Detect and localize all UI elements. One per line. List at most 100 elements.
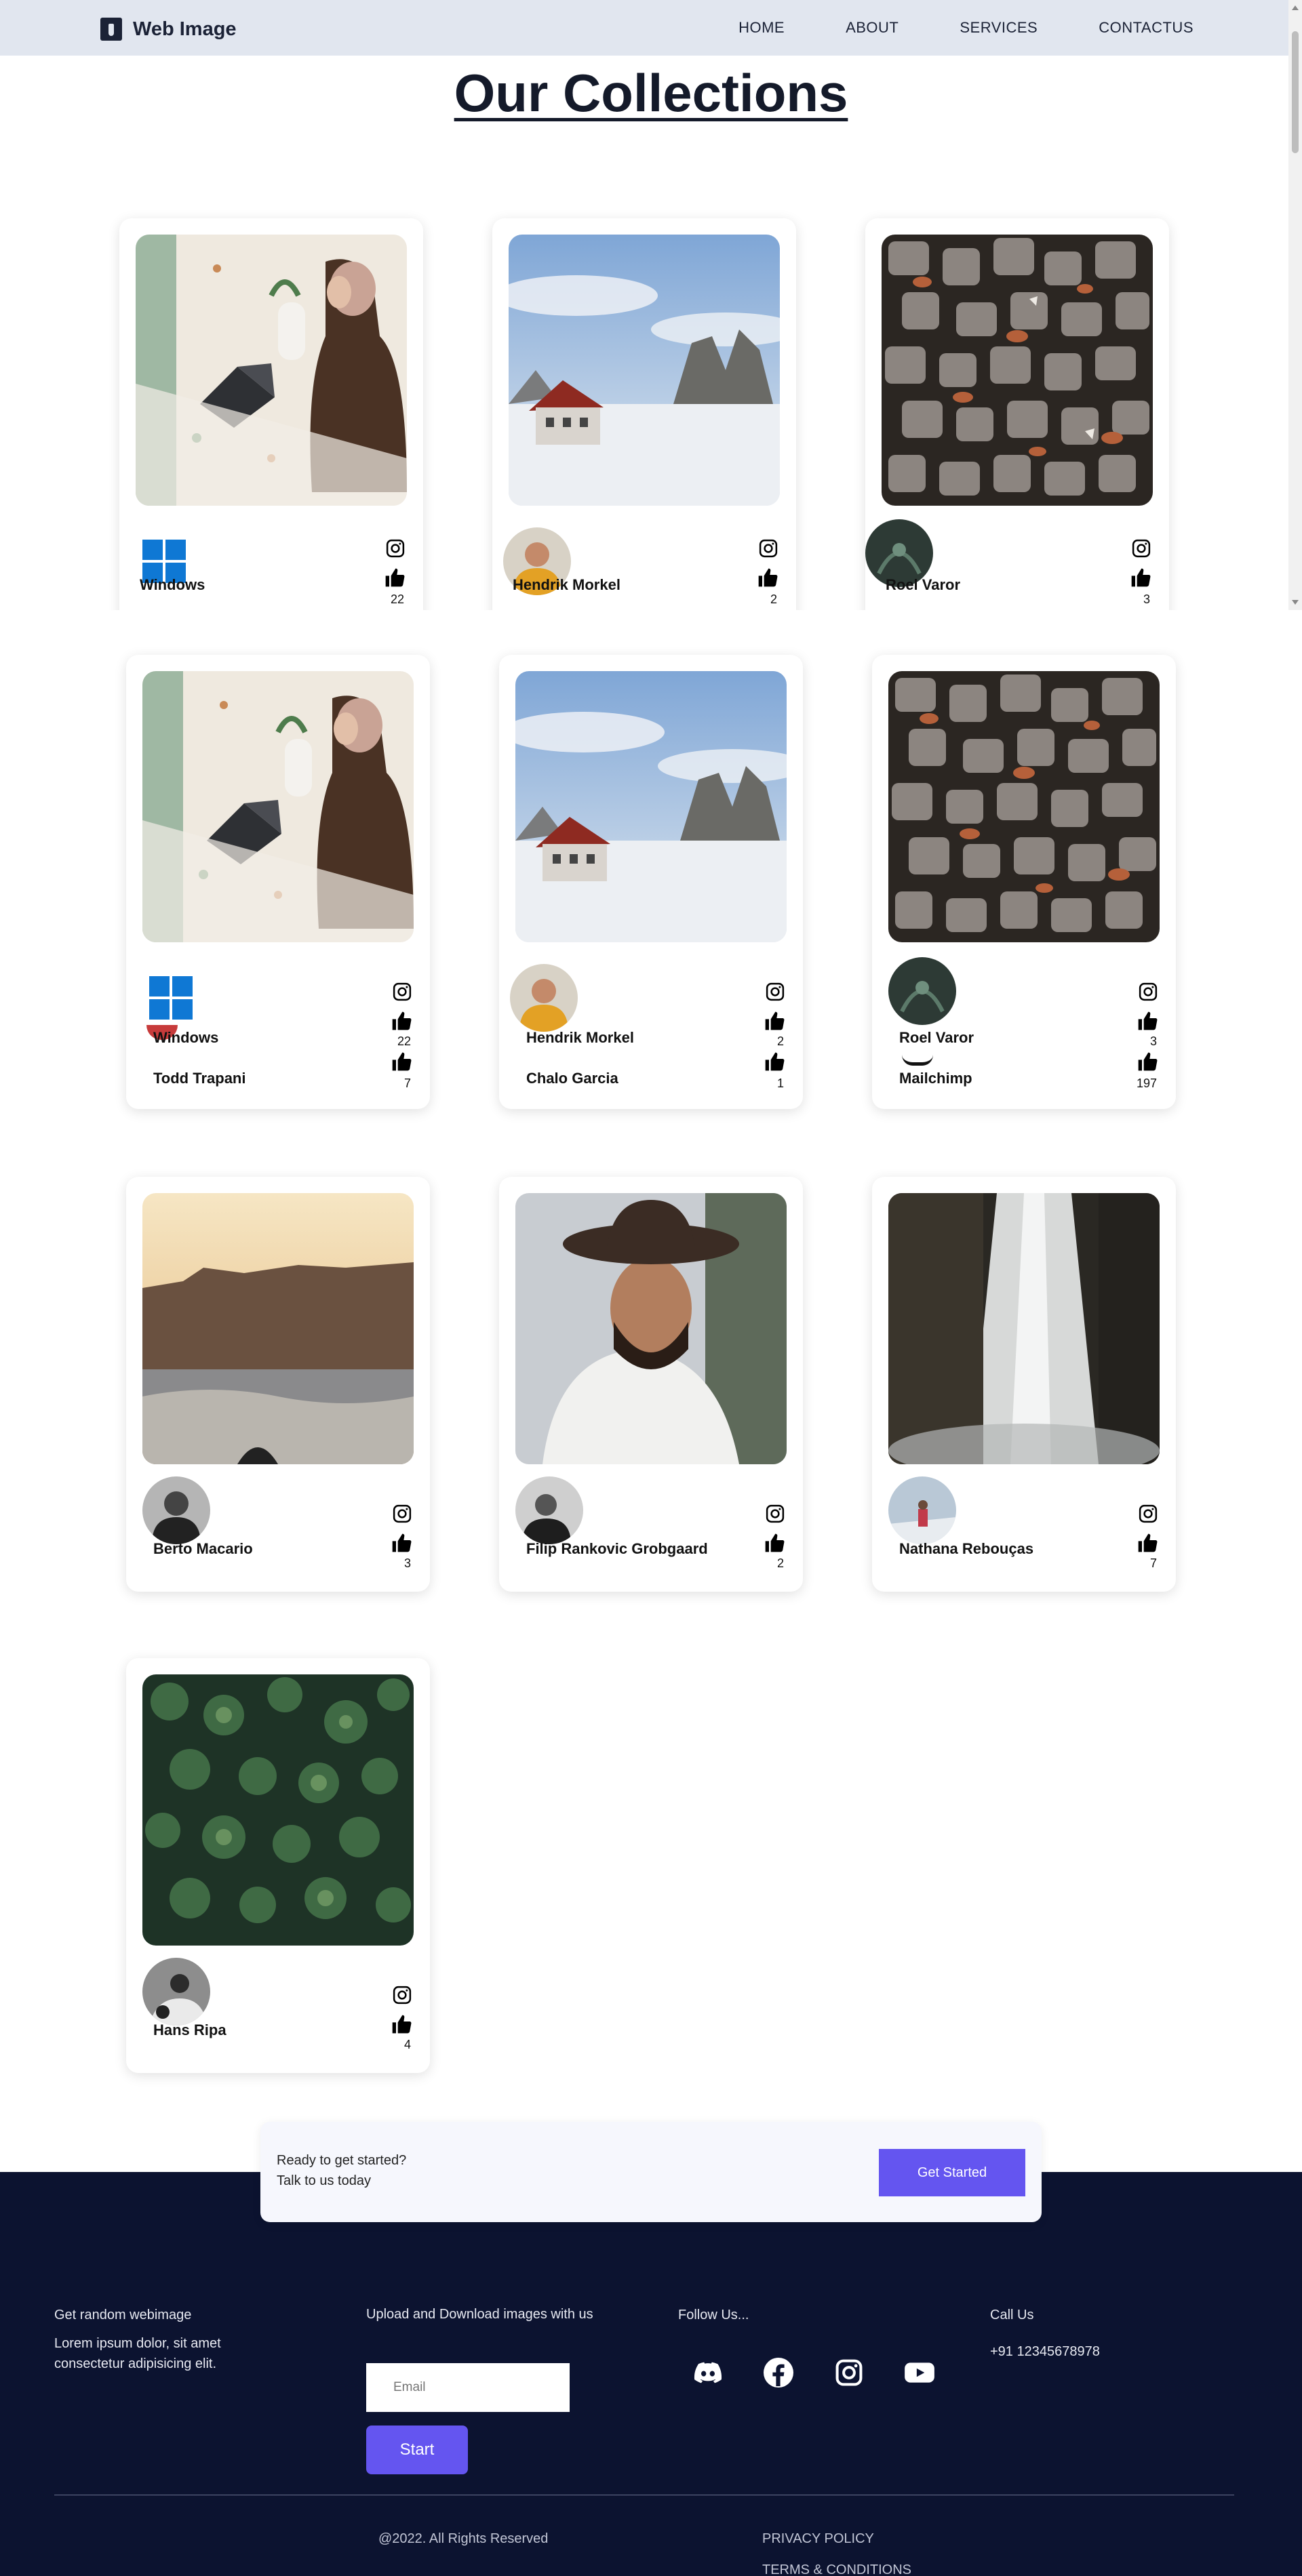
start-button[interactable]: Start (366, 2426, 468, 2474)
card-photo-sunset-sea[interactable] (142, 1193, 414, 1464)
scroll-up-arrow-icon[interactable] (1292, 5, 1299, 10)
like-count: 3 (403, 1556, 411, 1570)
nav-services[interactable]: SERVICES (960, 19, 1038, 37)
footer-col1-title: Get random webimage (54, 2308, 192, 2322)
card-author[interactable]: Windows (153, 1029, 218, 1047)
image-card[interactable]: Filip Rankovic Grobgaard 2 (499, 1177, 803, 1592)
card-photo-snowy-mountain[interactable] (515, 671, 787, 942)
instagram-icon[interactable] (1138, 982, 1158, 1002)
instagram-icon[interactable] (1138, 1504, 1158, 1524)
like-thumb-icon[interactable] (391, 1051, 412, 1072)
avatar-hans[interactable] (142, 1958, 210, 2026)
like-count: 7 (1149, 1556, 1157, 1570)
avatar-berto[interactable] (142, 1476, 210, 1544)
card-photo-forest-aerial[interactable] (142, 1674, 414, 1946)
instagram-icon[interactable] (765, 982, 785, 1002)
avatar-windows[interactable] (137, 964, 205, 1032)
email-input[interactable] (366, 2363, 570, 2412)
like-thumb-icon[interactable] (1137, 1532, 1158, 1554)
like-count: 2 (776, 1556, 784, 1570)
like-thumb-icon[interactable] (391, 1010, 412, 1032)
like-thumb-icon[interactable] (764, 1051, 785, 1072)
like-thumb-icon[interactable] (757, 567, 778, 588)
like-thumb-icon[interactable] (1130, 567, 1151, 588)
card-author[interactable]: Hendrik Morkel (513, 576, 620, 594)
footer-col4-title: Call Us (990, 2308, 1034, 2322)
facebook-icon[interactable] (761, 2355, 796, 2390)
instagram-icon[interactable] (765, 1504, 785, 1524)
nav-about[interactable]: ABOUT (846, 19, 899, 37)
image-card[interactable]: Windows 22 (119, 218, 423, 610)
image-card[interactable]: Berto Macario 3 (126, 1177, 430, 1592)
like-count: 3 (1143, 592, 1150, 606)
image-card[interactable]: Windows Todd Trapani 22 7 (126, 655, 430, 1109)
discord-icon[interactable] (690, 2355, 726, 2390)
image-card[interactable]: Roel Varor 3 (865, 218, 1169, 610)
card-author[interactable]: Nathana Rebouças (899, 1540, 1033, 1558)
like-thumb-icon[interactable] (764, 1532, 785, 1554)
copyright: @2022. All Rights Reserved (378, 2531, 549, 2546)
nav-home[interactable]: HOME (738, 19, 785, 37)
youtube-icon[interactable] (902, 2355, 937, 2390)
card-author-secondary[interactable]: Chalo Garcia (526, 1070, 618, 1087)
card-author-secondary[interactable]: Mailchimp (899, 1070, 972, 1087)
like-count: 2 (776, 1034, 784, 1048)
like-count-secondary: 7 (403, 1076, 411, 1090)
terms-link[interactable]: TERMS & CONDITIONS (762, 2562, 911, 2576)
nav-links: HOME ABOUT SERVICES CONTACTUS (738, 19, 1194, 37)
like-thumb-icon[interactable] (384, 567, 406, 588)
collections-viewport: Windows 22 Hendrik Morkel 2 Roel Varor 3 (0, 56, 1302, 610)
card-author[interactable]: Berto Macario (153, 1540, 253, 1558)
card-author[interactable]: Roel Varor (886, 576, 960, 594)
like-thumb-icon[interactable] (764, 1010, 785, 1032)
avatar-nathana[interactable] (888, 1476, 956, 1544)
footer-col2-title: Upload and Download images with us (366, 2307, 593, 2322)
card-photo-woman-laptop[interactable] (142, 671, 414, 942)
instagram-icon[interactable] (385, 538, 406, 559)
like-thumb-icon[interactable] (391, 1532, 412, 1554)
card-photo-snowy-mountain[interactable] (509, 235, 780, 506)
card-photo-woman-laptop[interactable] (136, 235, 407, 506)
get-started-button[interactable]: Get Started (879, 2149, 1025, 2196)
instagram-icon[interactable] (392, 982, 412, 1002)
avatar-filip[interactable] (515, 1476, 583, 1544)
card-author[interactable]: Hendrik Morkel (526, 1029, 634, 1047)
image-card[interactable]: Hans Ripa 4 (126, 1658, 430, 2073)
card-author[interactable]: Filip Rankovic Grobgaard (526, 1540, 708, 1558)
cta-line-1: Ready to get started? (277, 2153, 407, 2168)
instagram-icon[interactable] (1131, 538, 1151, 559)
cta-line-2: Talk to us today (277, 2173, 371, 2188)
like-thumb-icon[interactable] (391, 2013, 412, 2035)
card-author-secondary[interactable]: Todd Trapani (153, 1070, 245, 1087)
phone-number[interactable]: +91 12345678978 (990, 2344, 1100, 2360)
nav-contactus[interactable]: CONTACTUS (1099, 19, 1194, 37)
card-author[interactable]: Roel Varor (899, 1029, 974, 1047)
like-count: 2 (770, 592, 777, 606)
like-count: 22 (397, 1034, 411, 1048)
instagram-icon[interactable] (392, 1985, 412, 2005)
brand-name: Web Image (133, 18, 237, 40)
image-card[interactable]: Hendrik Morkel Chalo Garcia 2 1 (499, 655, 803, 1109)
card-photo-man-in-hat[interactable] (515, 1193, 787, 1464)
footer: Get random webimage Lorem ipsum dolor, s… (0, 2172, 1302, 2576)
card-photo-cobblestone[interactable] (882, 235, 1153, 506)
card-photo-cobblestone[interactable] (888, 671, 1160, 942)
image-card[interactable]: Nathana Rebouças 7 (872, 1177, 1176, 1592)
instagram-icon[interactable] (758, 538, 778, 559)
image-card[interactable]: Hendrik Morkel 2 (492, 218, 796, 610)
avatar-hendrik[interactable] (510, 964, 578, 1032)
like-count: 22 (390, 592, 404, 606)
card-photo-waterfall[interactable] (888, 1193, 1160, 1464)
like-thumb-icon[interactable] (1137, 1010, 1158, 1032)
footer-col1-text: Lorem ipsum dolor, sit amet consectetur … (54, 2336, 221, 2371)
avatar-roel[interactable] (888, 957, 956, 1025)
like-thumb-icon[interactable] (1137, 1051, 1158, 1072)
privacy-policy-link[interactable]: PRIVACY POLICY (762, 2531, 874, 2547)
card-author[interactable]: Windows (140, 576, 205, 594)
brand[interactable]: Web Image (100, 18, 237, 41)
windows-logo-icon (149, 976, 193, 1020)
card-author[interactable]: Hans Ripa (153, 2021, 226, 2039)
instagram-icon[interactable] (392, 1504, 412, 1524)
instagram-icon[interactable] (831, 2355, 867, 2390)
image-card[interactable]: Roel Varor Mailchimp 3 197 (872, 655, 1176, 1109)
